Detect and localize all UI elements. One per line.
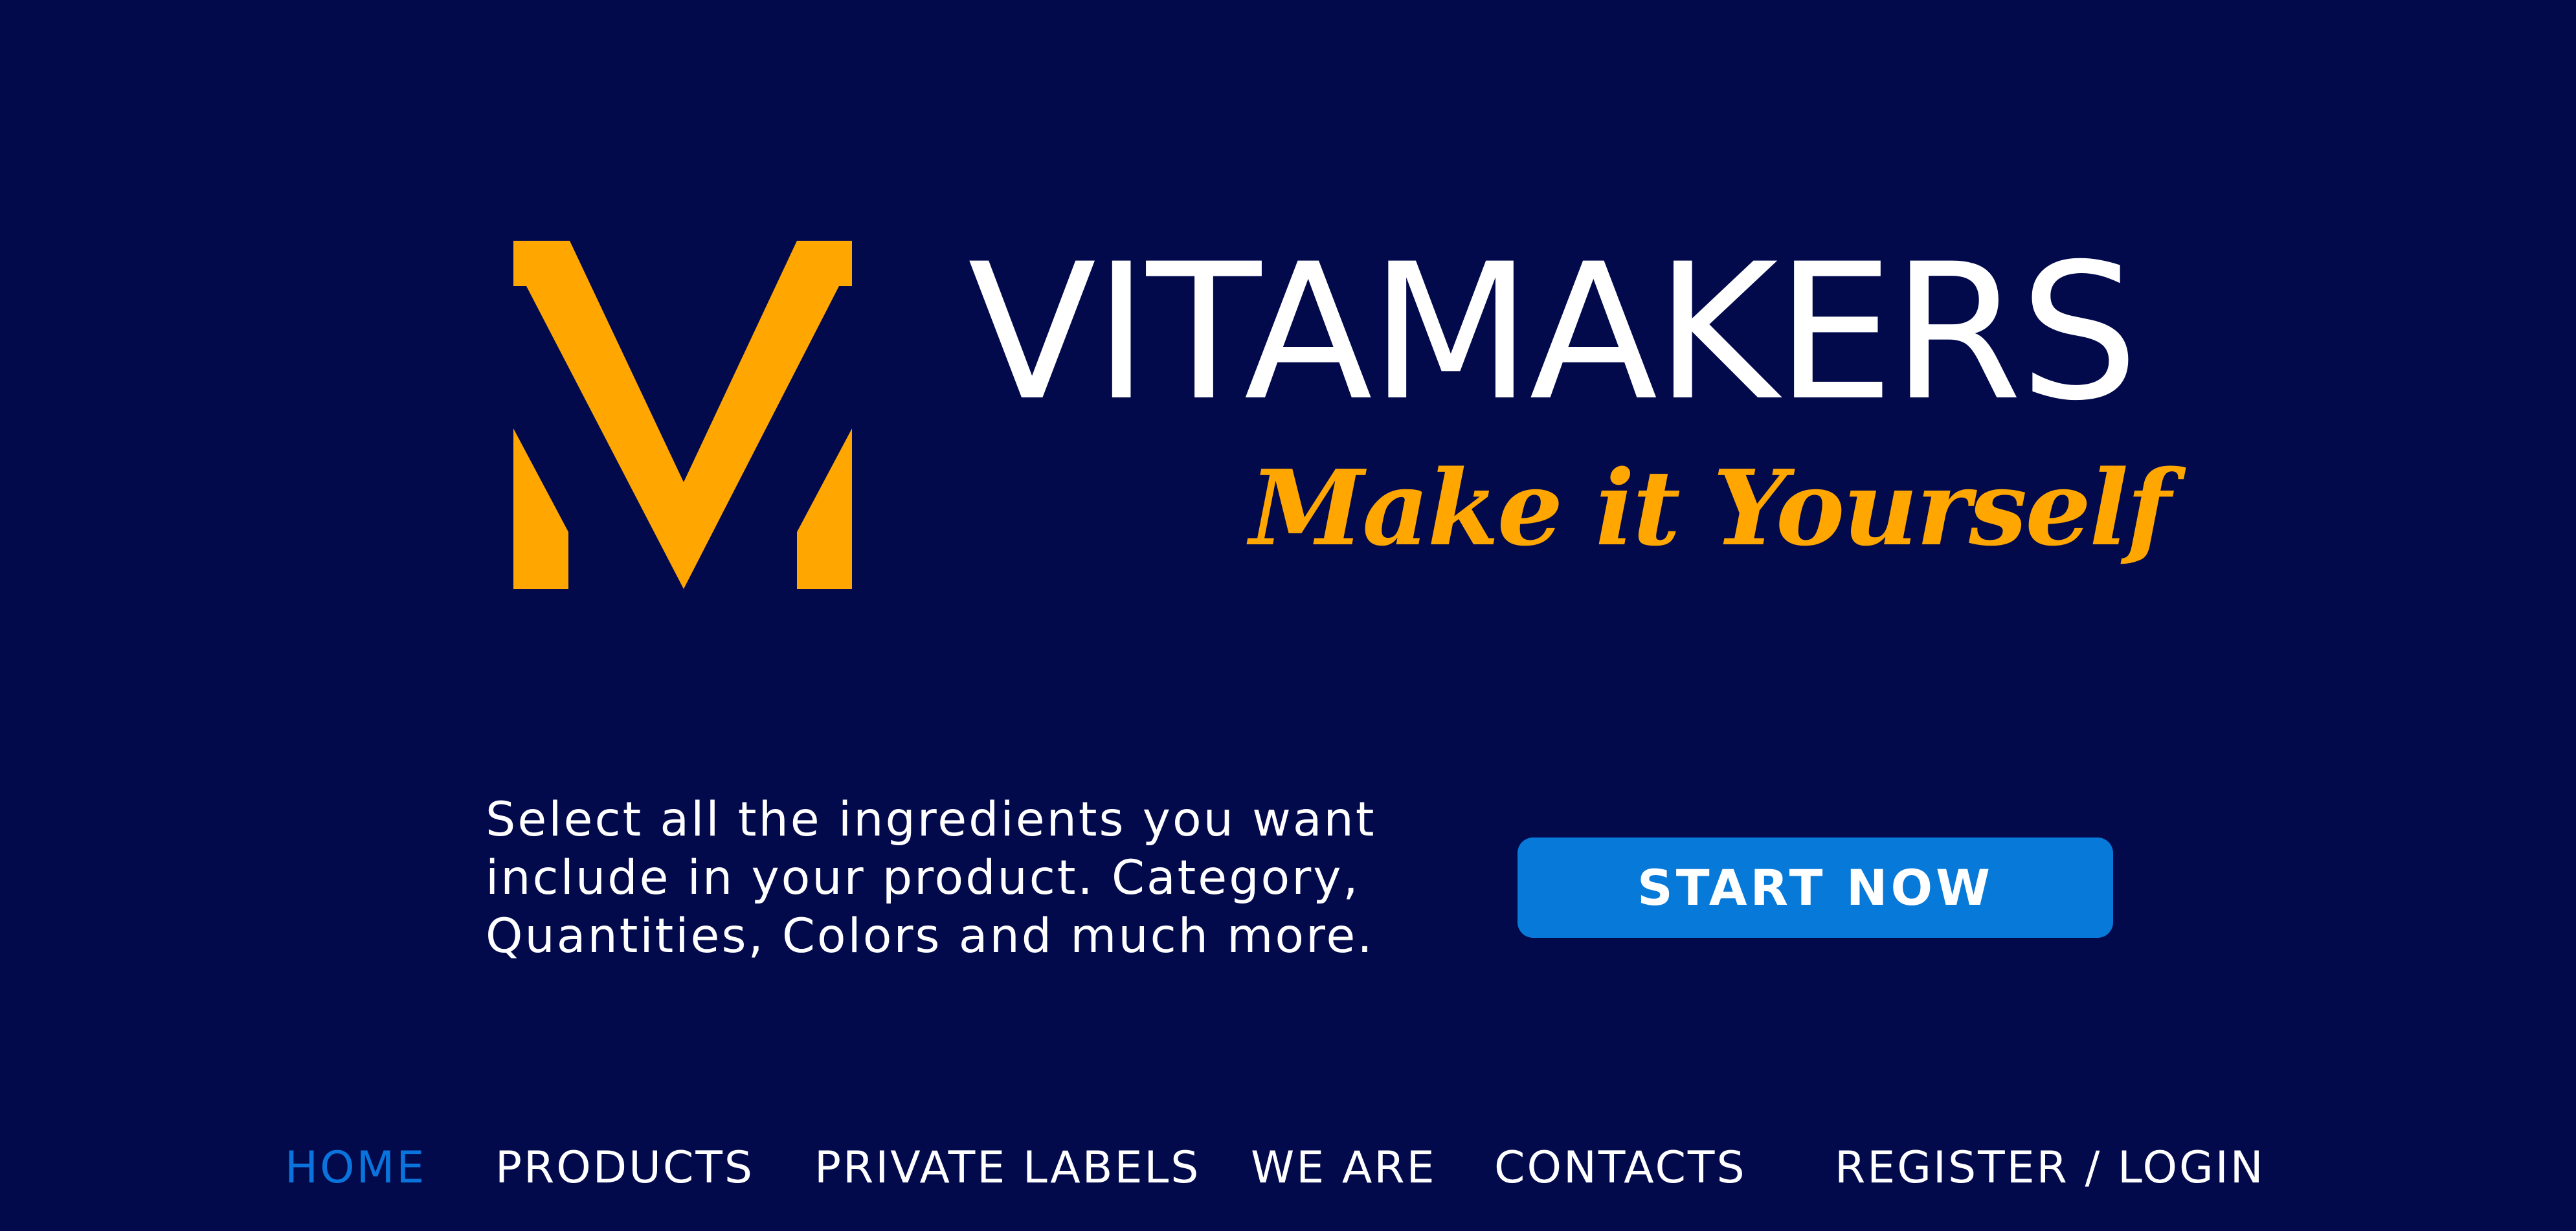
- intro-line: Select all the ingredients you want: [486, 792, 1376, 847]
- hero-intro-text: Select all the ingredients you want incl…: [486, 791, 1431, 966]
- brand-tagline: Make it Yourself: [1249, 447, 2171, 569]
- intro-line: Quantities, Colors and much more.: [486, 909, 1374, 964]
- intro-line: include in your product. Category,: [486, 850, 1360, 905]
- home-page: VITAMAKERS Make it Yourself Select all t…: [0, 0, 2576, 1231]
- brand-name: VITAMAKERS: [968, 224, 2139, 442]
- nav-item-private-labels[interactable]: PRIVATE LABELS: [814, 1139, 1200, 1197]
- logo-left-leg: [513, 428, 568, 589]
- main-nav: HOME PRODUCTS PRIVATE LABELS WE ARE CONT…: [0, 1139, 2576, 1197]
- vitamakers-logo-icon: [513, 241, 852, 589]
- logo-right-leg: [797, 428, 852, 589]
- nav-item-register-login[interactable]: REGISTER / LOGIN: [1835, 1139, 2265, 1197]
- nav-item-we-are[interactable]: WE ARE: [1251, 1139, 1437, 1197]
- nav-item-contacts[interactable]: CONTACTS: [1494, 1139, 1747, 1197]
- nav-item-home[interactable]: HOME: [285, 1139, 426, 1197]
- nav-item-products[interactable]: PRODUCTS: [495, 1139, 754, 1197]
- start-now-button[interactable]: START NOW: [1518, 837, 2113, 938]
